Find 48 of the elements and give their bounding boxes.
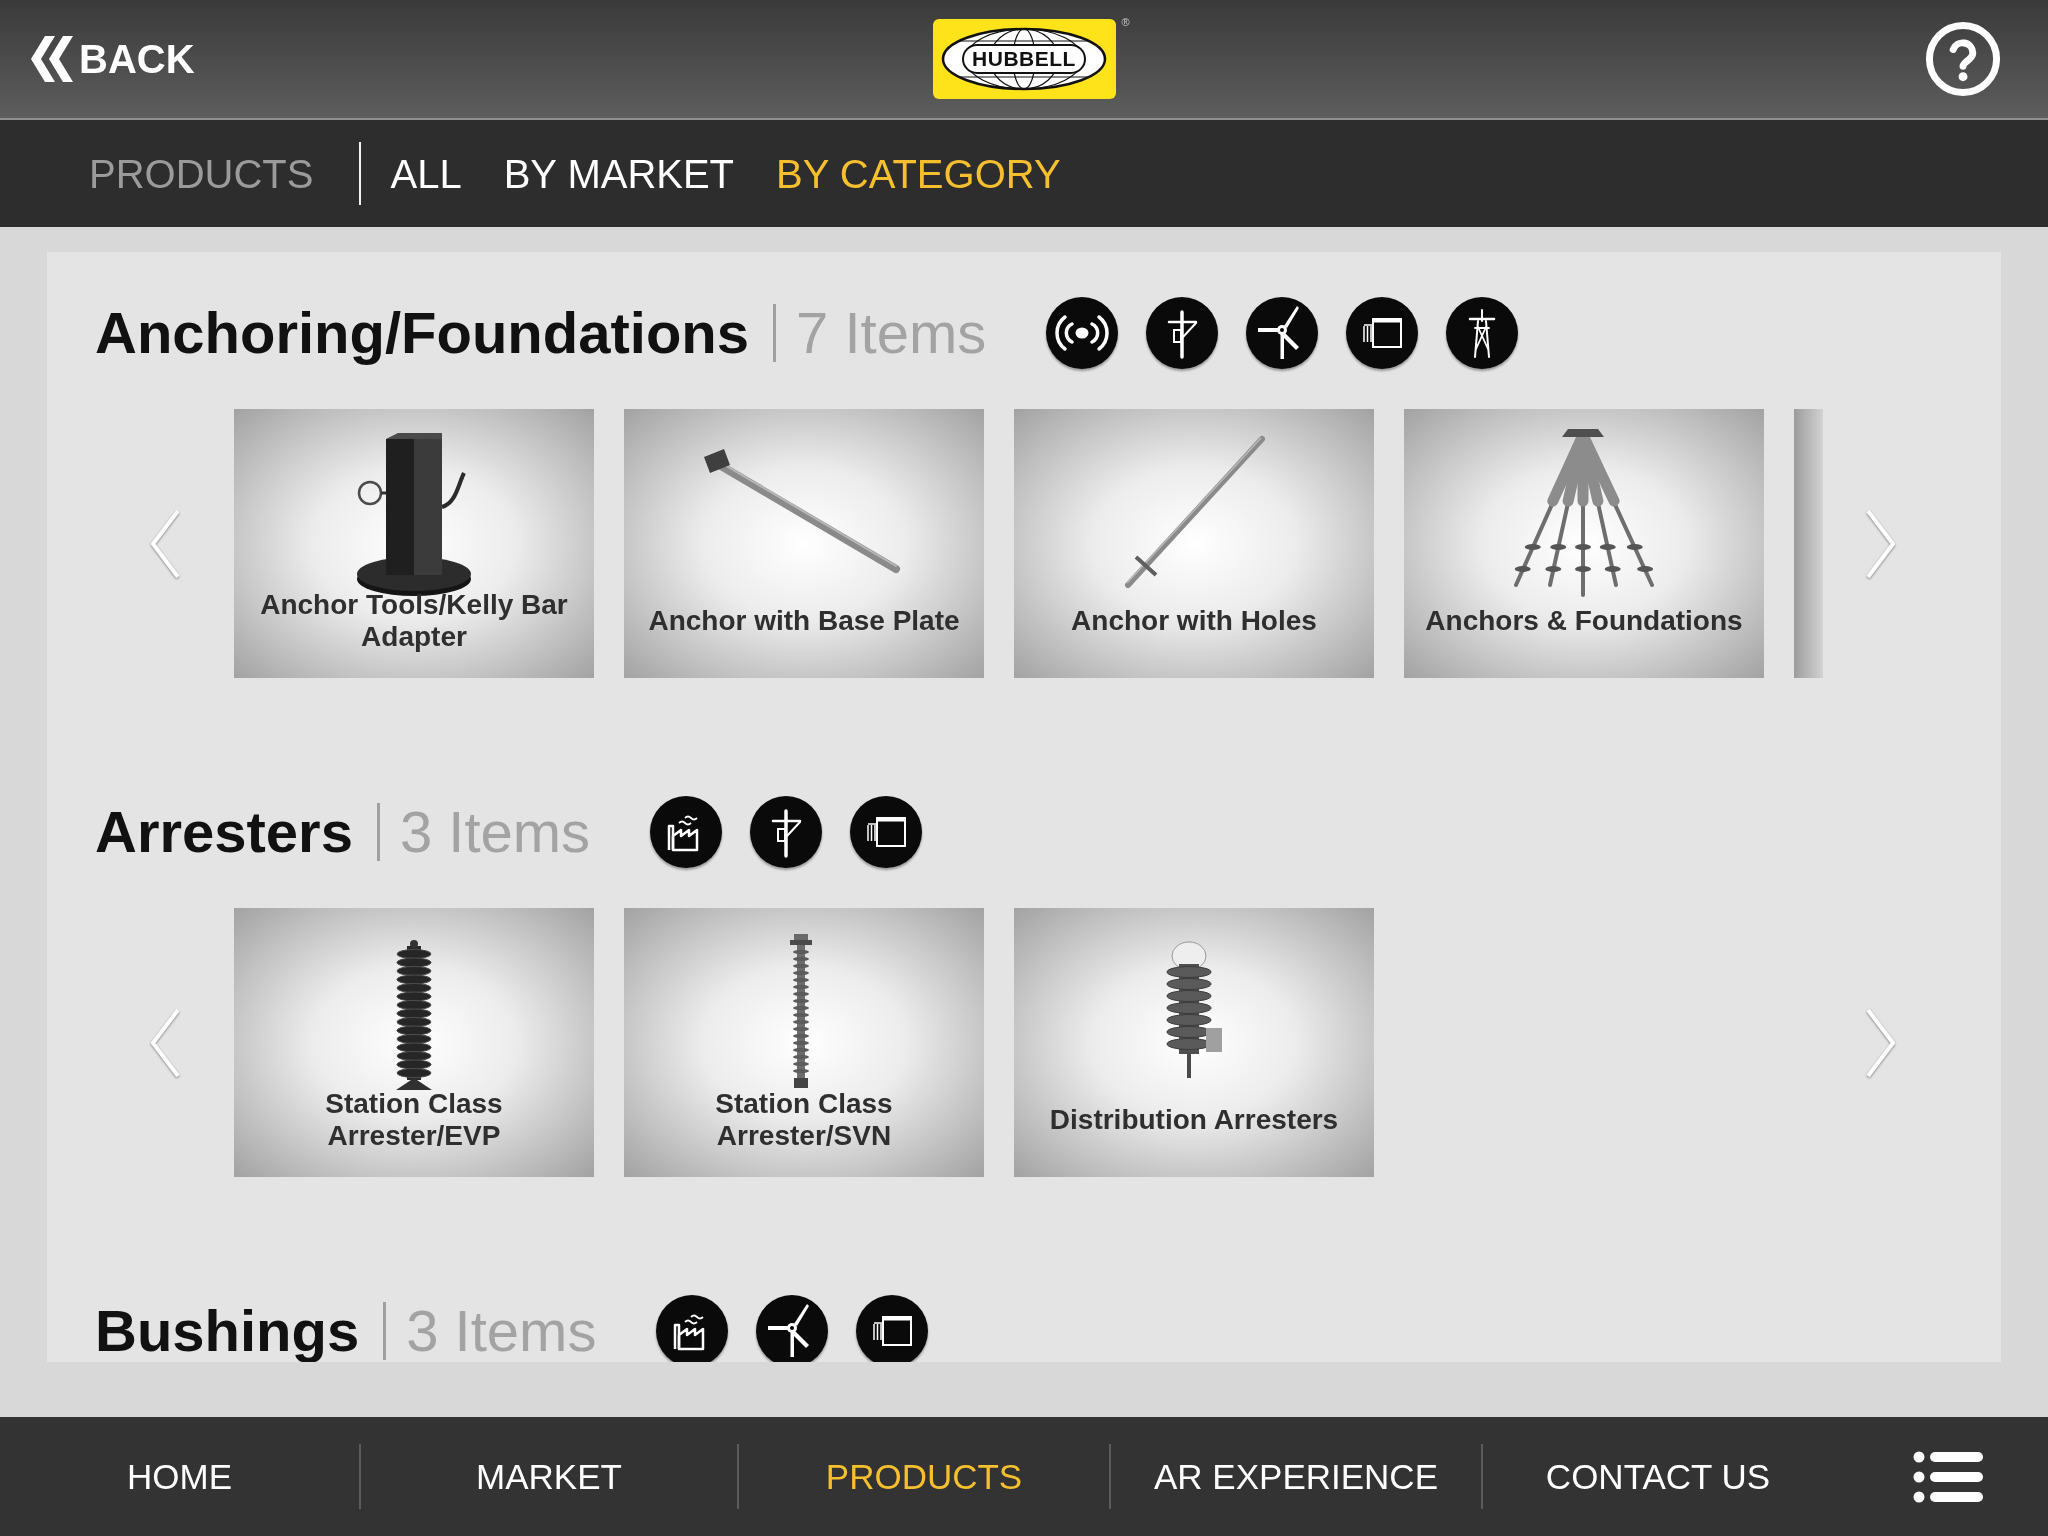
item-count: 3 Items (406, 1297, 597, 1362)
wind-turbine-icon (756, 1295, 829, 1362)
section-title: Arresters (95, 798, 353, 866)
factory-icon (650, 796, 723, 868)
wind-turbine-icon (1246, 297, 1319, 369)
double-chevron-left-icon (31, 36, 73, 82)
product-tile[interactable]: Anchor Tools/Kelly Bar Adapter (234, 409, 594, 678)
back-button[interactable]: BACK (31, 36, 195, 82)
window-icon (850, 796, 923, 868)
utility-pole-icon (1146, 297, 1219, 369)
nav-item[interactable]: PRODUCTS (825, 1459, 1023, 1494)
window-icon (1346, 297, 1419, 369)
nav-item[interactable]: AR EXPERIENCE (1154, 1459, 1438, 1494)
product-tile[interactable]: Anchor with Base Plate (624, 409, 984, 678)
product-tile[interactable]: Anchor with Holes (1014, 409, 1374, 678)
utility-pole-icon (750, 796, 823, 868)
tab[interactable]: BY CATEGORY (776, 153, 1061, 194)
tab[interactable]: BY MARKET (503, 153, 735, 194)
help-button[interactable] (1925, 21, 2001, 97)
help-icon (1925, 21, 2001, 97)
window-icon (856, 1295, 929, 1362)
product-tile[interactable] (1794, 409, 1823, 678)
product-label: Station Class Arrester/SVN (714, 1088, 894, 1152)
product-label: Anchor with Holes (1070, 605, 1318, 637)
item-count: 7 Items (796, 299, 987, 367)
nav-item[interactable]: MARKET (476, 1459, 622, 1494)
logo-text: HUBBELL (962, 44, 1086, 74)
product-tile[interactable]: Anchors & Foundations (1404, 409, 1764, 678)
section-label: PRODUCTS (89, 153, 314, 194)
item-count: 3 Items (399, 798, 591, 866)
nav-item[interactable]: HOME (127, 1459, 232, 1494)
menu-button[interactable] (1913, 1449, 1983, 1504)
product-tile[interactable]: Station Class Arrester/SVN (624, 908, 984, 1177)
section-title: Anchoring/Foundations (95, 299, 750, 367)
product-label: Anchor Tools/Kelly Bar Adapter (259, 589, 569, 653)
product-label: Anchors & Foundations (1424, 605, 1744, 637)
product-label: Anchor with Base Plate (647, 605, 961, 637)
product-label: Station Class Arrester/EVP (324, 1088, 504, 1152)
broadcast-icon (1046, 297, 1119, 369)
menu-icon (1913, 1449, 1983, 1504)
tab[interactable]: ALL (390, 153, 462, 194)
nav-item[interactable]: CONTACT US (1545, 1459, 1771, 1494)
registered-mark: ® (1121, 17, 1130, 28)
product-tile[interactable]: Distribution Arresters (1014, 908, 1374, 1177)
product-tile[interactable]: Station Class Arrester/EVP (234, 908, 594, 1177)
transmission-tower-icon (1446, 297, 1519, 369)
factory-icon (656, 1295, 729, 1362)
product-label: Distribution Arresters (1048, 1104, 1340, 1136)
